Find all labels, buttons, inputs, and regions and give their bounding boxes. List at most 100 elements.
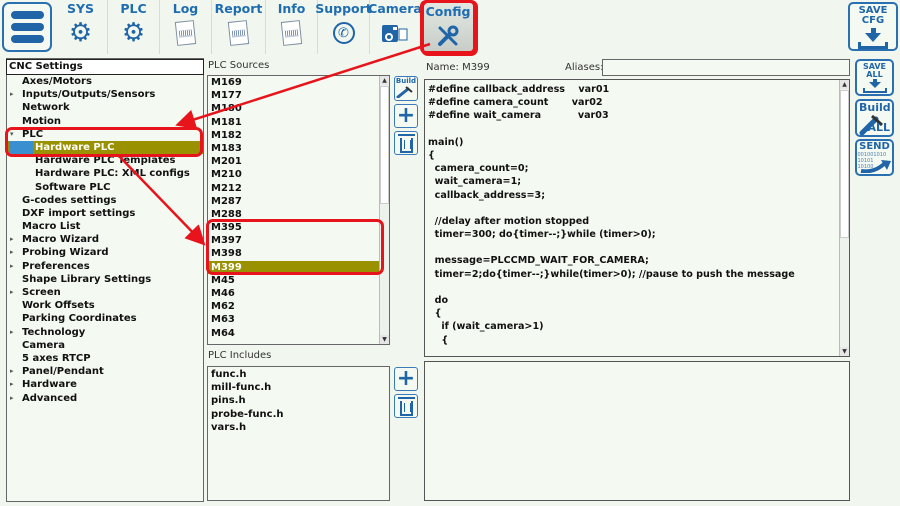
plc-source-item[interactable]: M201	[208, 155, 389, 168]
collapsed-arrow-icon[interactable]: ▸	[10, 365, 14, 378]
tab-plc[interactable]: PLC ⚙	[108, 0, 160, 54]
collapsed-arrow-icon[interactable]: ▸	[10, 260, 14, 273]
save-cfg-button[interactable]: SAVE CFG	[848, 2, 898, 51]
name-label: Name:	[426, 62, 459, 73]
scroll-thumb[interactable]	[840, 90, 849, 238]
plc-source-item[interactable]: M287	[208, 195, 389, 208]
tree-item[interactable]: ▸ Macro Wizard	[7, 233, 203, 246]
plc-source-item[interactable]: M183	[208, 142, 389, 155]
delete-source-button[interactable]	[394, 131, 418, 155]
expanded-arrow-icon[interactable]: ▾	[10, 128, 14, 141]
tree-item[interactable]: ▸ Hardware	[7, 378, 203, 391]
build-all-button[interactable]: Build ALL	[855, 99, 894, 137]
tree-item[interactable]: Parking Coordinates	[7, 312, 203, 325]
plc-source-item[interactable]: M180	[208, 102, 389, 115]
tree-item[interactable]: Hardware PLC: XML configs	[7, 167, 203, 180]
collapsed-arrow-icon[interactable]: ▸	[10, 233, 14, 246]
plc-includes-list: func.h mill-func.h pins.h probe-func.h vars.…	[207, 366, 390, 501]
plc-source-item[interactable]: M399	[208, 260, 389, 274]
save-all-button[interactable]: SAVE ALL	[855, 59, 894, 96]
scroll-thumb[interactable]	[380, 86, 389, 204]
tree-item[interactable]: Work Offsets	[7, 299, 203, 312]
scroll-up-icon[interactable]: ▲	[840, 80, 849, 89]
tree-item[interactable]: ▸ Advanced	[7, 392, 203, 405]
tree-item[interactable]: ▸ Probing Wizard	[7, 246, 203, 259]
tree-item-label: Camera	[22, 339, 65, 351]
plc-source-item[interactable]: M182	[208, 129, 389, 142]
code-line: timer=2;do{timer--;}while(timer>0); //pa…	[428, 268, 795, 280]
plc-includes-label: PLC Includes	[208, 350, 272, 361]
tree-item[interactable]: Hardware PLC	[7, 140, 203, 155]
plc-source-item[interactable]: M212	[208, 182, 389, 195]
collapsed-arrow-icon[interactable]: ▸	[10, 88, 14, 101]
tree-item[interactable]: Shape Library Settings	[7, 273, 203, 286]
main-menu-button[interactable]	[2, 2, 52, 52]
editor-scrollbar[interactable]: ▲ ▼	[839, 80, 849, 356]
scroll-up-icon[interactable]: ▲	[380, 76, 389, 85]
tree-item[interactable]: ▸ Panel/Pendant	[7, 365, 203, 378]
plc-source-item[interactable]: M63	[208, 313, 389, 326]
tab-config[interactable]: Config	[420, 0, 476, 54]
tree-item[interactable]: 5 axes RTCP	[7, 352, 203, 365]
plc-include-item[interactable]: mill-func.h	[208, 381, 389, 394]
add-include-button[interactable]: +	[394, 367, 418, 391]
tree-item[interactable]: Axes/Motors	[7, 75, 203, 88]
tree-item[interactable]: DXF import settings	[7, 207, 203, 220]
tree-item[interactable]: Software PLC	[7, 181, 203, 194]
add-source-button[interactable]: +	[394, 104, 418, 128]
send-button[interactable]: SEND 001001010 10101 10100	[855, 139, 894, 176]
plc-include-item[interactable]: vars.h	[208, 421, 389, 434]
collapsed-arrow-icon[interactable]: ▸	[10, 392, 14, 405]
collapsed-arrow-icon[interactable]: ▸	[10, 286, 14, 299]
hamburger-menu-icon	[10, 11, 44, 19]
tree-item[interactable]: ▸ Screen	[7, 286, 203, 299]
tree-item[interactable]: ▸ Preferences	[7, 260, 203, 273]
tab-support[interactable]: Support ✆	[315, 0, 372, 54]
tree-item[interactable]: Network	[7, 101, 203, 114]
plc-sources-scrollbar[interactable]: ▲ ▼	[379, 76, 389, 344]
scroll-down-icon[interactable]: ▼	[380, 335, 389, 344]
plc-include-item[interactable]: pins.h	[208, 394, 389, 407]
tree-item-label: Inputs/Outputs/Sensors	[22, 89, 156, 101]
code-line: main()	[428, 136, 464, 148]
code-line: message=PLCCMD_WAIT_FOR_CAMERA;	[428, 255, 649, 267]
build-button[interactable]: Build	[394, 76, 418, 101]
tab-info[interactable]: Info	[266, 0, 318, 54]
tree-item[interactable]: G-codes settings	[7, 194, 203, 207]
plc-source-item[interactable]: M395	[208, 221, 389, 234]
delete-include-button[interactable]	[394, 394, 418, 418]
collapsed-arrow-icon[interactable]: ▸	[10, 326, 14, 339]
tab-log[interactable]: Log	[160, 0, 212, 54]
plc-source-item[interactable]: M169	[208, 76, 389, 89]
tab-report[interactable]: Report	[212, 0, 266, 54]
tab-sys[interactable]: SYS ⚙	[54, 0, 108, 54]
tree-item[interactable]: Motion	[7, 115, 203, 128]
plc-source-item[interactable]: M210	[208, 168, 389, 181]
output-panel[interactable]	[424, 361, 850, 501]
plc-source-item[interactable]: M177	[208, 89, 389, 102]
plc-source-item[interactable]: M62	[208, 300, 389, 313]
tree-item[interactable]: ▾ PLC	[7, 128, 203, 141]
aliases-input[interactable]	[602, 59, 850, 76]
tree-item[interactable]: ▸ Inputs/Outputs/Sensors	[7, 88, 203, 101]
tree-item[interactable]: Camera	[7, 339, 203, 352]
collapsed-arrow-icon[interactable]: ▸	[10, 378, 14, 391]
tab-camera[interactable]: Camera	[368, 0, 422, 54]
code-editor[interactable]: #define callback_address var01 #define ca…	[424, 79, 850, 357]
plc-include-item[interactable]: probe-func.h	[208, 408, 389, 421]
plc-include-item[interactable]: func.h	[208, 368, 389, 381]
plc-source-item[interactable]: M398	[208, 247, 389, 260]
plc-source-item[interactable]: M64	[208, 327, 389, 340]
plc-source-item[interactable]: M288	[208, 208, 389, 221]
plc-source-item[interactable]: M181	[208, 116, 389, 129]
scroll-down-icon[interactable]: ▼	[840, 347, 849, 356]
plc-source-item[interactable]: M397	[208, 234, 389, 247]
tree-item[interactable]: Macro List	[7, 220, 203, 233]
tree-item[interactable]: Hardware PLC Templates	[7, 154, 203, 167]
tree-item[interactable]: ▸ Technology	[7, 326, 203, 339]
plc-source-item[interactable]: M46	[208, 287, 389, 300]
plc-source-item[interactable]: M45	[208, 274, 389, 287]
collapsed-arrow-icon[interactable]: ▸	[10, 246, 14, 259]
